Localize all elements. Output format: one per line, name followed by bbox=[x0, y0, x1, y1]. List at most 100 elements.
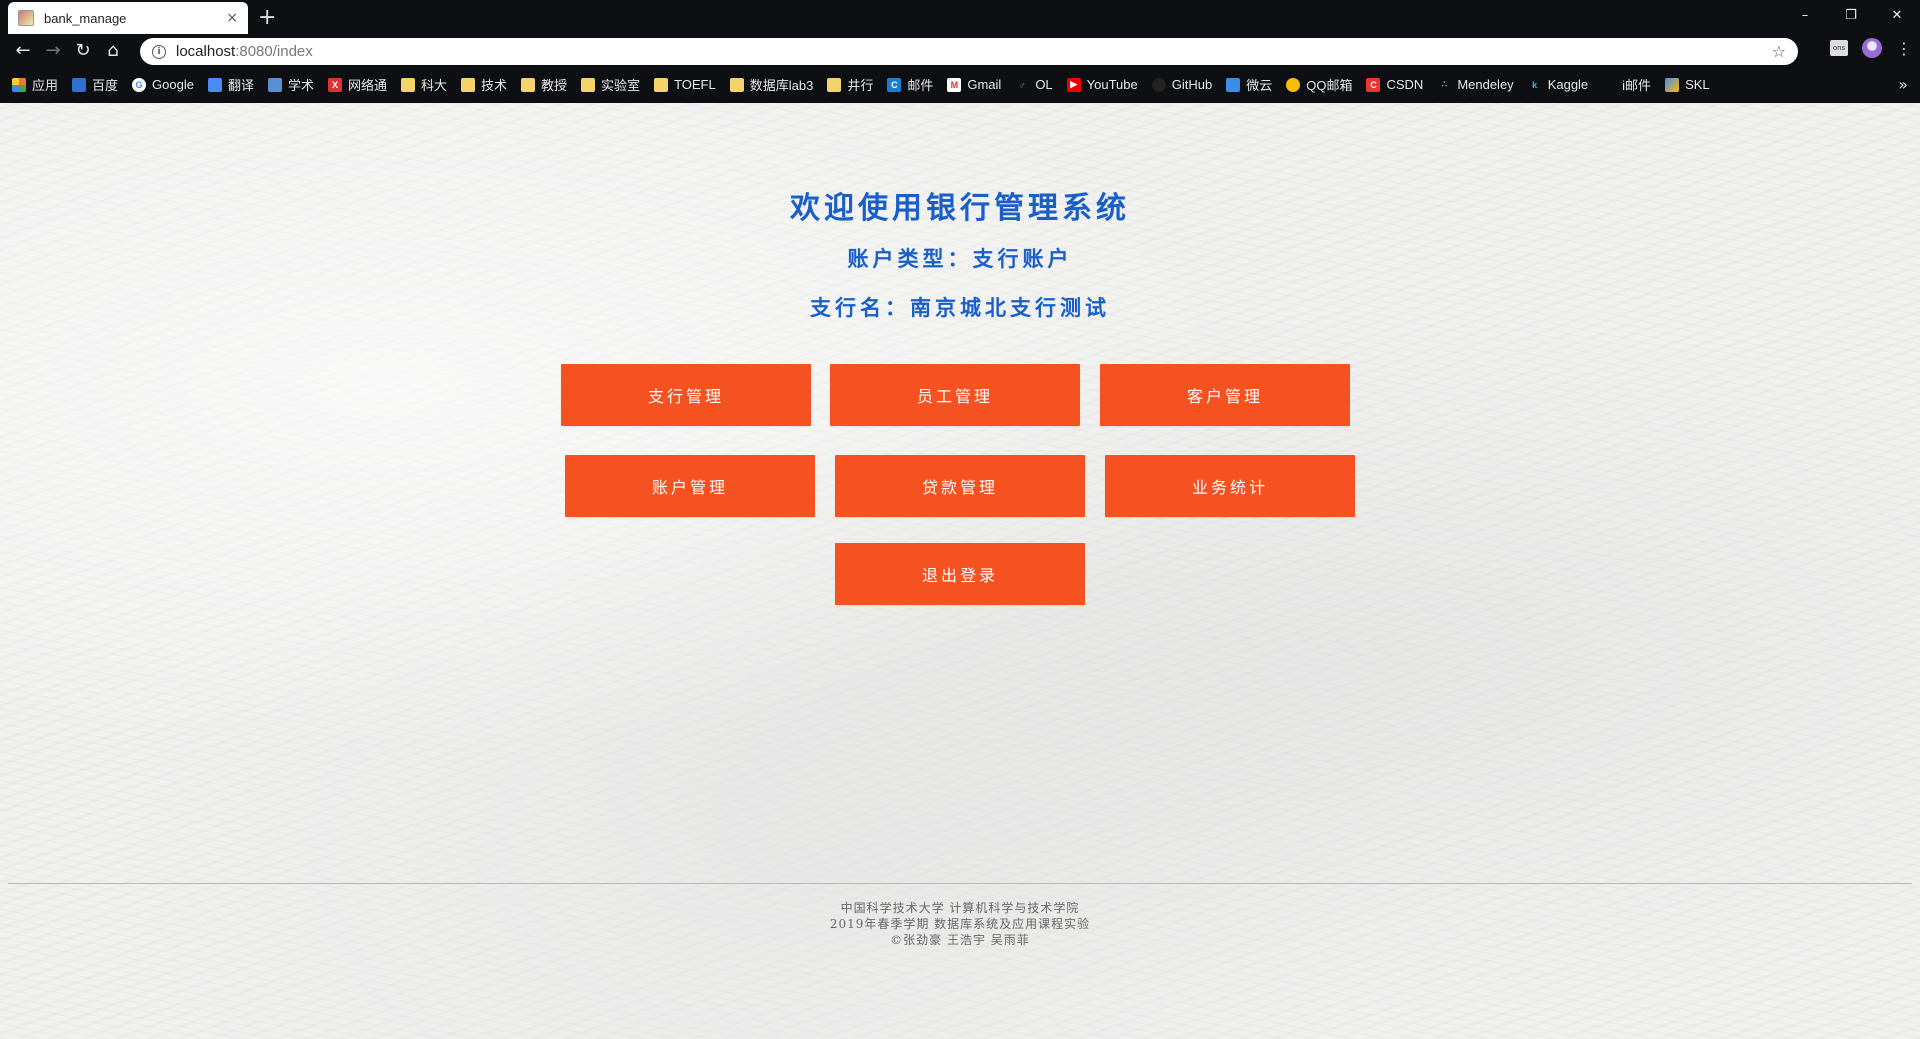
folder-icon bbox=[461, 77, 476, 92]
github-icon bbox=[1151, 77, 1166, 92]
kaggle-icon: k bbox=[1532, 79, 1538, 90]
bookmark-item[interactable]: X 网络通 bbox=[327, 75, 387, 94]
reload-icon[interactable]: ↻ bbox=[68, 40, 98, 61]
bookmark-item[interactable]: ∴ Mendeley bbox=[1437, 77, 1513, 92]
bookmark-label: SKL bbox=[1685, 77, 1710, 92]
footer-line-university: 中国科学技术大学 计算机科学与技术学院 bbox=[840, 901, 1080, 915]
bookmark-item[interactable]: 技术 bbox=[461, 75, 507, 94]
bookmark-item[interactable]: 井行 bbox=[827, 75, 873, 94]
forward-arrow-icon[interactable]: → bbox=[38, 40, 68, 61]
bookmark-label: Gmail bbox=[967, 77, 1002, 92]
bookmark-item[interactable]: 应用 bbox=[12, 75, 58, 94]
bookmark-label: GitHub bbox=[1171, 77, 1213, 92]
bookmark-label: 实验室 bbox=[601, 78, 641, 93]
profile-avatar-icon[interactable] bbox=[1862, 38, 1882, 58]
bookmark-item[interactable]: C CSDN bbox=[1366, 77, 1423, 92]
window-controls: – ❐ ✕ bbox=[1782, 0, 1920, 30]
bookmark-item[interactable]: 翻译 bbox=[207, 75, 254, 94]
browser-tabbar: bank_manage × + – ❐ ✕ bbox=[0, 0, 1920, 34]
bookmark-item[interactable]: 教授 bbox=[521, 75, 567, 94]
bookmark-label: OL bbox=[1035, 77, 1053, 92]
bookmark-label: 技术 bbox=[481, 78, 508, 93]
bookmark-item[interactable]: 科大 bbox=[401, 75, 447, 94]
apple-icon bbox=[1602, 78, 1616, 92]
browser-tab[interactable]: bank_manage × bbox=[8, 2, 248, 34]
folder-icon bbox=[581, 77, 596, 92]
toolbar-right-controls: ons ⋮ bbox=[1830, 38, 1912, 58]
loan-management-button[interactable]: 贷款管理 bbox=[835, 455, 1085, 517]
browser-toolbar: ← → ↻ ⌂ i localhost:8080/index ☆ ons ⋮ bbox=[0, 34, 1920, 66]
bookmark-item[interactable]: M Gmail bbox=[947, 77, 1001, 92]
bookmark-label: 邮件 bbox=[907, 78, 934, 93]
footer-divider bbox=[8, 883, 1912, 884]
network-icon: X bbox=[327, 77, 342, 92]
extension-icon[interactable]: ons bbox=[1830, 40, 1848, 56]
folder-icon bbox=[521, 77, 536, 92]
window-close-icon[interactable]: ✕ bbox=[1874, 0, 1920, 30]
baidu-icon bbox=[72, 77, 87, 92]
bookmark-item[interactable]: SKL bbox=[1665, 77, 1710, 92]
bookmark-star-icon[interactable]: ☆ bbox=[1772, 42, 1786, 61]
bookmark-label: CSDN bbox=[1386, 77, 1424, 92]
bookmark-label: YouTube bbox=[1086, 77, 1138, 92]
qqmail-icon bbox=[1286, 77, 1301, 92]
gmail-icon: M bbox=[947, 77, 962, 92]
bookmark-label: Google bbox=[152, 77, 194, 92]
bookmark-item[interactable]: 数据库lab3 bbox=[729, 75, 814, 94]
back-arrow-icon[interactable]: ← bbox=[8, 40, 38, 61]
tab-title: bank_manage bbox=[44, 10, 127, 26]
bookmark-item[interactable]: 微云 bbox=[1226, 75, 1272, 94]
tab-close-icon[interactable]: × bbox=[226, 10, 238, 26]
page-title: 欢迎使用银行管理系统 bbox=[790, 191, 1130, 226]
site-info-icon[interactable]: i bbox=[152, 44, 166, 59]
bookmark-item[interactable]: k Kaggle bbox=[1528, 77, 1588, 92]
bookmark-item[interactable]: 百度 bbox=[72, 75, 118, 94]
bookmark-label: 微云 bbox=[1246, 78, 1273, 93]
account-management-button[interactable]: 账户管理 bbox=[565, 455, 815, 517]
folder-icon bbox=[401, 77, 415, 92]
home-icon[interactable]: ⌂ bbox=[98, 40, 128, 61]
bookmark-item[interactable]: ▶ YouTube bbox=[1066, 77, 1138, 92]
bookmark-label: 网络通 bbox=[347, 78, 387, 93]
bookmark-item[interactable]: C 邮件 bbox=[887, 75, 933, 94]
bookmark-label: 应用 bbox=[32, 78, 59, 93]
bookmark-item[interactable]: GitHub bbox=[1151, 77, 1213, 92]
folder-icon bbox=[827, 77, 842, 92]
logout-button[interactable]: 退出登录 bbox=[835, 543, 1085, 605]
restore-icon[interactable]: ❐ bbox=[1828, 0, 1874, 30]
csdn-icon: C bbox=[1366, 77, 1381, 92]
mendeley-icon: ∴ bbox=[1441, 79, 1448, 89]
branch-management-button[interactable]: 支行管理 bbox=[561, 364, 811, 426]
bookmark-label: 教授 bbox=[541, 78, 568, 93]
bookmark-item[interactable]: QQ邮箱 bbox=[1286, 75, 1352, 94]
new-tab-icon[interactable]: + bbox=[258, 5, 276, 30]
apps-icon bbox=[12, 77, 26, 92]
translate-icon bbox=[207, 77, 222, 92]
bookmark-item[interactable]: 学术 bbox=[267, 75, 314, 94]
bookmark-label: i邮件 bbox=[1622, 78, 1652, 93]
url-host: localhost bbox=[176, 43, 236, 60]
bookmark-label: 学术 bbox=[287, 78, 314, 93]
branch-name-label: 支行名：南京城北支行测试 bbox=[810, 295, 1110, 320]
ol-icon: ♂ bbox=[1018, 79, 1026, 90]
browser-menu-icon[interactable]: ⋮ bbox=[1896, 39, 1912, 58]
bookmark-item[interactable]: ♂ OL bbox=[1015, 77, 1053, 92]
minimize-icon[interactable]: – bbox=[1782, 0, 1828, 30]
account-type-label: 账户类型：支行账户 bbox=[847, 246, 1073, 271]
staff-management-button[interactable]: 员工管理 bbox=[830, 364, 1080, 426]
bookmark-label: 数据库lab3 bbox=[749, 78, 814, 93]
business-statistics-button[interactable]: 业务统计 bbox=[1105, 455, 1355, 517]
bookmark-item[interactable]: 实验室 bbox=[581, 75, 640, 94]
folder-icon bbox=[654, 77, 669, 92]
address-bar[interactable]: i localhost:8080/index ☆ bbox=[140, 38, 1798, 65]
skl-icon bbox=[1665, 77, 1680, 92]
bookmarks-overflow-icon[interactable]: » bbox=[1898, 75, 1908, 94]
folder-icon bbox=[729, 77, 744, 92]
scholar-icon bbox=[267, 77, 282, 92]
bookmark-item[interactable]: G Google bbox=[132, 77, 194, 92]
bookmark-item[interactable]: TOEFL bbox=[654, 77, 716, 92]
bookmarks-bar: 应用 百度 G Google 翻译 学术 X 网络通 科大 技术 教授 实验室 TOEFL 数据库lab3… bbox=[0, 66, 1920, 103]
bookmark-item[interactable]: i邮件 bbox=[1602, 75, 1651, 94]
mail-c-icon: C bbox=[887, 77, 902, 92]
customer-management-button[interactable]: 客户管理 bbox=[1100, 364, 1350, 426]
